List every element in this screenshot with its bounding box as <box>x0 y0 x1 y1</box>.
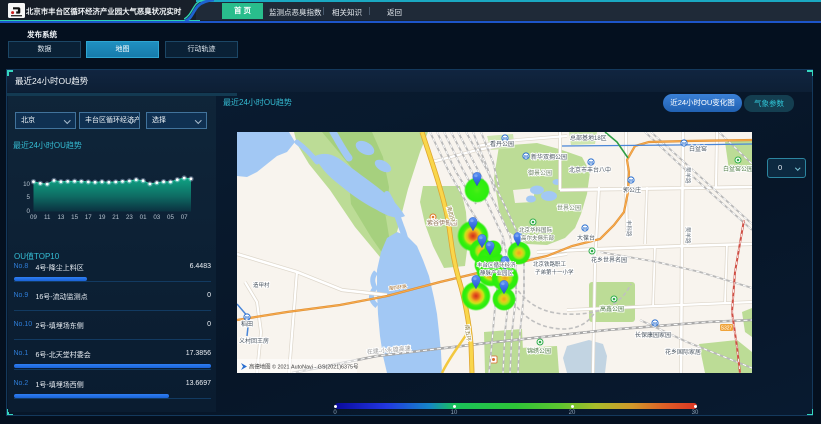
svg-text:北京市丰台八中: 北京市丰台八中 <box>569 166 611 174</box>
svg-text:长保康园家园: 长保康园家园 <box>635 331 671 339</box>
svg-text:白盆窑公园: 白盆窑公园 <box>723 165 752 173</box>
svg-text:樊羊路: 樊羊路 <box>684 227 692 244</box>
svg-text:看丹公园: 看丹公园 <box>490 140 514 148</box>
svg-text:大葆台: 大葆台 <box>577 234 595 242</box>
svg-text:北京铁路职工: 北京铁路职工 <box>533 260 567 268</box>
svg-text:丰台区循环经济: 丰台区循环经济 <box>477 261 516 269</box>
svg-text:总部基地18区: 总部基地18区 <box>570 134 607 142</box>
svg-text:花乡世界名园: 花乡世界名园 <box>591 256 627 264</box>
svg-text:高德地图 © 2021 AutoNavi - GS(2021: 高德地图 © 2021 AutoNavi - GS(2021)6375号 <box>249 363 359 371</box>
svg-text:世界公园: 世界公园 <box>557 204 581 212</box>
svg-text:丰科路: 丰科路 <box>625 220 633 237</box>
svg-text:樊羊路: 樊羊路 <box>684 167 692 184</box>
svg-text:郭公庄: 郭公庄 <box>623 186 641 194</box>
svg-text:高尔夫俱乐部: 高尔夫俱乐部 <box>521 234 555 242</box>
svg-text:义村回王房: 义村回王房 <box>239 337 269 345</box>
svg-text:子弟第十一小学: 子弟第十一小学 <box>535 268 574 276</box>
svg-text:御景公园: 御景公园 <box>528 169 552 177</box>
svg-text:北京华科国际: 北京华科国际 <box>519 226 553 234</box>
svg-text:S327: S327 <box>721 326 733 332</box>
svg-text:白盆窑: 白盆窑 <box>689 145 707 153</box>
svg-text:高鑫公园: 高鑫公园 <box>600 305 624 313</box>
svg-text:锦绣公园: 锦绣公园 <box>527 347 551 355</box>
svg-text:静脉产业园区: 静脉产业园区 <box>480 269 514 277</box>
svg-text:花乡国际家居: 花乡国际家居 <box>665 348 701 356</box>
svg-text:新华双拥公园: 新华双拥公园 <box>531 153 567 161</box>
svg-text:稻田: 稻田 <box>241 320 253 328</box>
svg-text:造甲村: 造甲村 <box>253 281 270 289</box>
